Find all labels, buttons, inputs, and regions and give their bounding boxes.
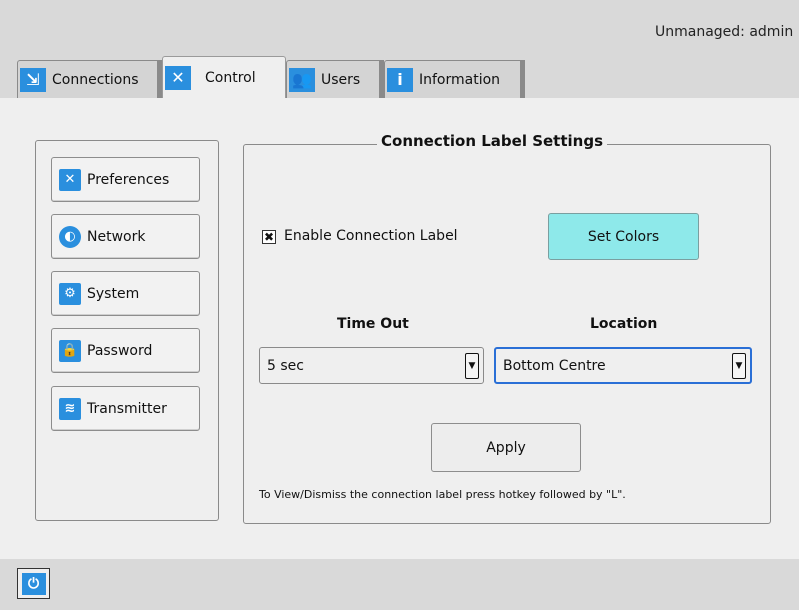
transmitter-icon: ≋ [59, 397, 81, 420]
hotkey-hint: To View/Dismiss the connection label pre… [259, 488, 626, 501]
bottom-bar [0, 559, 799, 610]
chevron-down-icon[interactable]: ▼ [732, 352, 746, 379]
tab-information[interactable]: i Information [384, 60, 525, 98]
tab-separator [520, 60, 525, 98]
set-colors-button[interactable]: Set Colors [548, 213, 699, 260]
lock-icon: 🔒 [59, 339, 81, 362]
tab-label: Information [419, 71, 501, 88]
tools-icon: ✕ [59, 168, 81, 191]
tools-icon: ✕ [165, 65, 191, 90]
connections-icon: ⇲ [20, 67, 46, 92]
location-label: Location [590, 316, 658, 332]
tab-label: Connections [52, 71, 139, 88]
tab-users[interactable]: 👥 Users [286, 60, 382, 98]
chevron-down-icon[interactable]: ▼ [465, 352, 479, 379]
sidebar-item-label: Transmitter [87, 400, 167, 417]
sidebar-item-label: Preferences [87, 171, 170, 188]
sidebar-item-preferences[interactable]: ✕ Preferences [51, 157, 200, 202]
enable-label-checkbox[interactable]: ✖ [262, 230, 276, 244]
tab-control[interactable]: ✕ Control [162, 56, 286, 98]
login-status: Unmanaged: admin [655, 24, 794, 40]
sidebar-item-label: System [87, 285, 140, 302]
tab-label: Control [205, 69, 256, 86]
sidebar-item-system[interactable]: ⚙ System [51, 271, 200, 316]
check-mark-icon: ✖ [263, 230, 275, 244]
info-icon: i [387, 67, 413, 92]
users-icon: 👥 [289, 67, 315, 92]
sidebar-item-transmitter[interactable]: ≋ Transmitter [51, 386, 200, 431]
location-select[interactable]: Bottom Centre ▼ [494, 347, 752, 384]
gear-icon: ⚙ [59, 282, 81, 305]
sidebar-item-password[interactable]: 🔒 Password [51, 328, 200, 373]
tab-connections[interactable]: ⇲ Connections [17, 60, 160, 98]
power-button[interactable]: ⏻ [17, 568, 50, 599]
sidebar-item-label: Network [87, 228, 146, 245]
timeout-label: Time Out [337, 316, 409, 332]
enable-label-text: Enable Connection Label [284, 228, 458, 244]
location-value: Bottom Centre [503, 357, 606, 374]
timeout-select[interactable]: 5 sec ▼ [259, 347, 484, 384]
power-icon: ⏻ [21, 572, 46, 595]
network-icon: ◐ [59, 225, 81, 248]
sidebar-item-network[interactable]: ◐ Network [51, 214, 200, 259]
timeout-value: 5 sec [267, 357, 304, 374]
section-title: Connection Label Settings [377, 132, 608, 150]
tab-label: Users [321, 71, 361, 88]
apply-button[interactable]: Apply [431, 423, 581, 472]
sidebar-item-label: Password [87, 342, 153, 359]
